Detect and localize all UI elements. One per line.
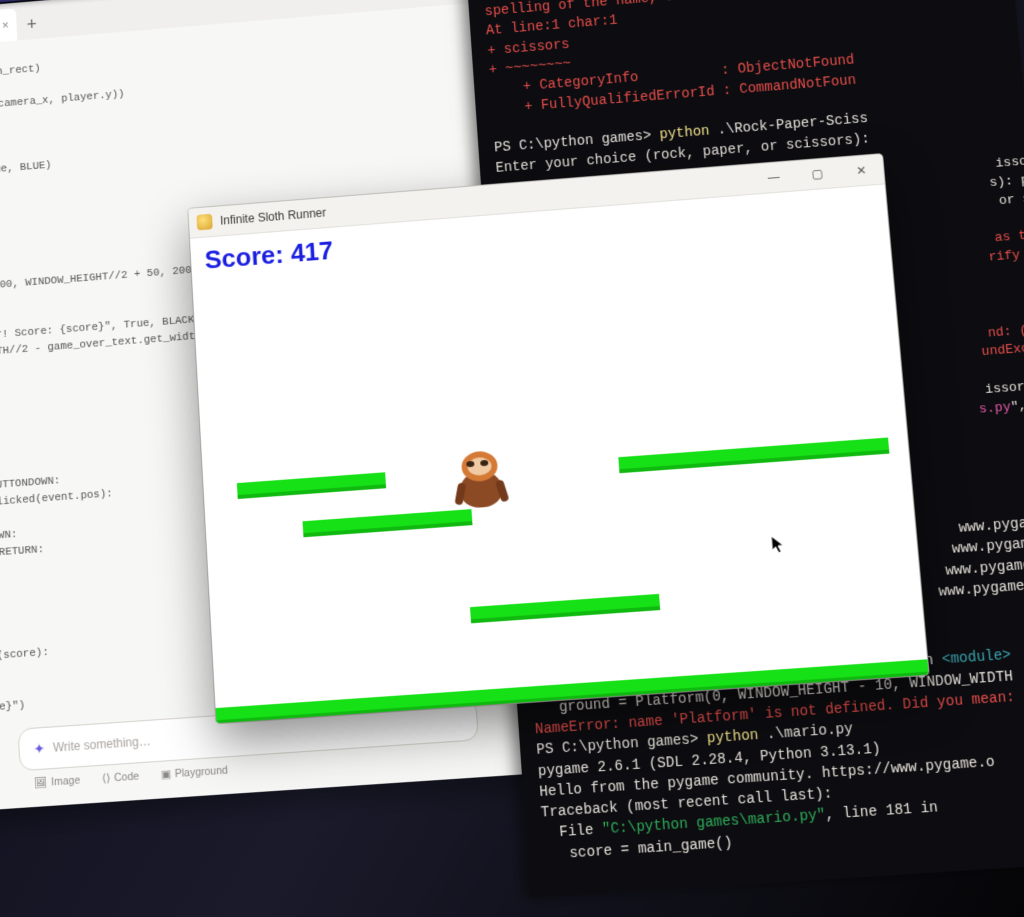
score-display: Score: 417: [204, 235, 334, 275]
new-tab-button[interactable]: +: [16, 8, 48, 41]
perspective-layer: xt mario.py × + GREEN, platform_screen_r…: [0, 0, 1024, 917]
close-icon[interactable]: ×: [2, 18, 9, 32]
maximize-button[interactable]: ▢: [794, 158, 840, 191]
tool-image[interactable]: 🖼 Image: [34, 773, 81, 789]
close-button[interactable]: ✕: [838, 154, 884, 187]
tool-playground[interactable]: ▣ Playground: [161, 763, 229, 781]
scene-root: xt mario.py × + GREEN, platform_screen_r…: [0, 0, 1024, 917]
game-app-icon: [196, 214, 212, 231]
platform: [470, 594, 660, 623]
tool-code[interactable]: ⟨⟩ Code: [102, 769, 140, 785]
game-window-title: Infinite Sloth Runner: [220, 206, 327, 228]
minimize-button[interactable]: —: [751, 161, 797, 194]
chat-placeholder: Write something…: [53, 734, 151, 755]
platform: [237, 472, 386, 499]
platform: [303, 509, 473, 537]
player-sloth: [454, 450, 508, 511]
sparkle-icon: ✦: [33, 740, 45, 758]
mouse-cursor-icon: [770, 534, 786, 555]
game-canvas[interactable]: Score: 417: [190, 184, 929, 723]
game-window: Infinite Sloth Runner — ▢ ✕ Score: 417: [188, 154, 928, 723]
platform: [618, 438, 889, 474]
